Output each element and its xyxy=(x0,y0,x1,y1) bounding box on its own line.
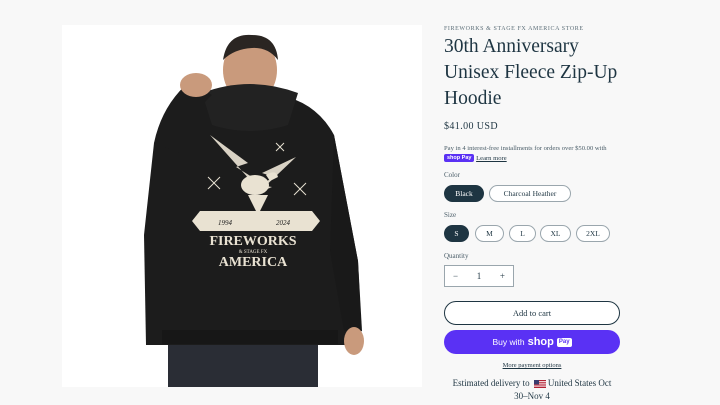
more-payment-options-link[interactable]: More payment options xyxy=(444,362,620,369)
quantity-stepper: − 1 + xyxy=(444,265,514,287)
delivery-country: United States xyxy=(547,378,597,388)
estimated-delivery: Estimated delivery to United States Oct … xyxy=(444,377,620,403)
color-label: Color xyxy=(444,171,460,179)
color-option-charcoal-heather[interactable]: Charcoal Heather xyxy=(489,185,571,202)
shop-pay-badge: shop Pay xyxy=(444,154,475,163)
size-option-xl[interactable]: XL xyxy=(540,225,571,242)
learn-more-link[interactable]: Learn more xyxy=(476,155,507,162)
add-to-cart-button[interactable]: Add to cart xyxy=(444,301,620,325)
graphic-wordmark-3: AMERICA xyxy=(219,255,288,270)
quantity-increase-button[interactable]: + xyxy=(500,271,505,281)
installments-text: Pay in 4 interest-free installments for … xyxy=(444,145,607,152)
delivery-dates-end: 30–Nov 4 xyxy=(514,391,550,401)
shop-logo: shop xyxy=(527,336,554,348)
quantity-value[interactable]: 1 xyxy=(477,271,482,281)
size-label: Size xyxy=(444,211,457,219)
buy-with-shop-pay-button[interactable]: Buy with shop Pay xyxy=(444,330,620,354)
hoodie-illustration: 1994 2024 FIREWORKS & STAGE FX AMERICA xyxy=(144,34,364,387)
graphic-year-start: 1994 xyxy=(218,219,233,227)
quantity-label: Quantity xyxy=(444,252,469,260)
size-option-l[interactable]: L xyxy=(509,225,536,242)
delivery-dates-start: Oct xyxy=(598,378,612,388)
color-option-black[interactable]: Black xyxy=(444,185,484,202)
graphic-year-end: 2024 xyxy=(276,219,291,227)
pay-badge: Pay xyxy=(556,337,572,347)
product-price: $41.00 USD xyxy=(444,121,499,132)
vendor-name: FIREWORKS & STAGE FX AMERICA STORE xyxy=(444,26,584,32)
us-flag-icon xyxy=(533,379,546,388)
size-option-2xl[interactable]: 2XL xyxy=(576,225,610,242)
product-title: 30th Anniversary Unisex Fleece Zip-Up Ho… xyxy=(444,36,618,109)
delivery-prefix: Estimated delivery to xyxy=(452,378,530,388)
buy-with-label: Buy with xyxy=(492,337,525,347)
installments-note: Pay in 4 interest-free installments for … xyxy=(444,144,624,164)
product-image[interactable]: 1994 2024 FIREWORKS & STAGE FX AMERICA xyxy=(62,25,422,387)
size-option-s[interactable]: S xyxy=(444,225,469,242)
size-option-m[interactable]: M xyxy=(475,225,504,242)
graphic-wordmark-1: FIREWORKS xyxy=(209,234,296,249)
quantity-decrease-button[interactable]: − xyxy=(453,271,458,281)
